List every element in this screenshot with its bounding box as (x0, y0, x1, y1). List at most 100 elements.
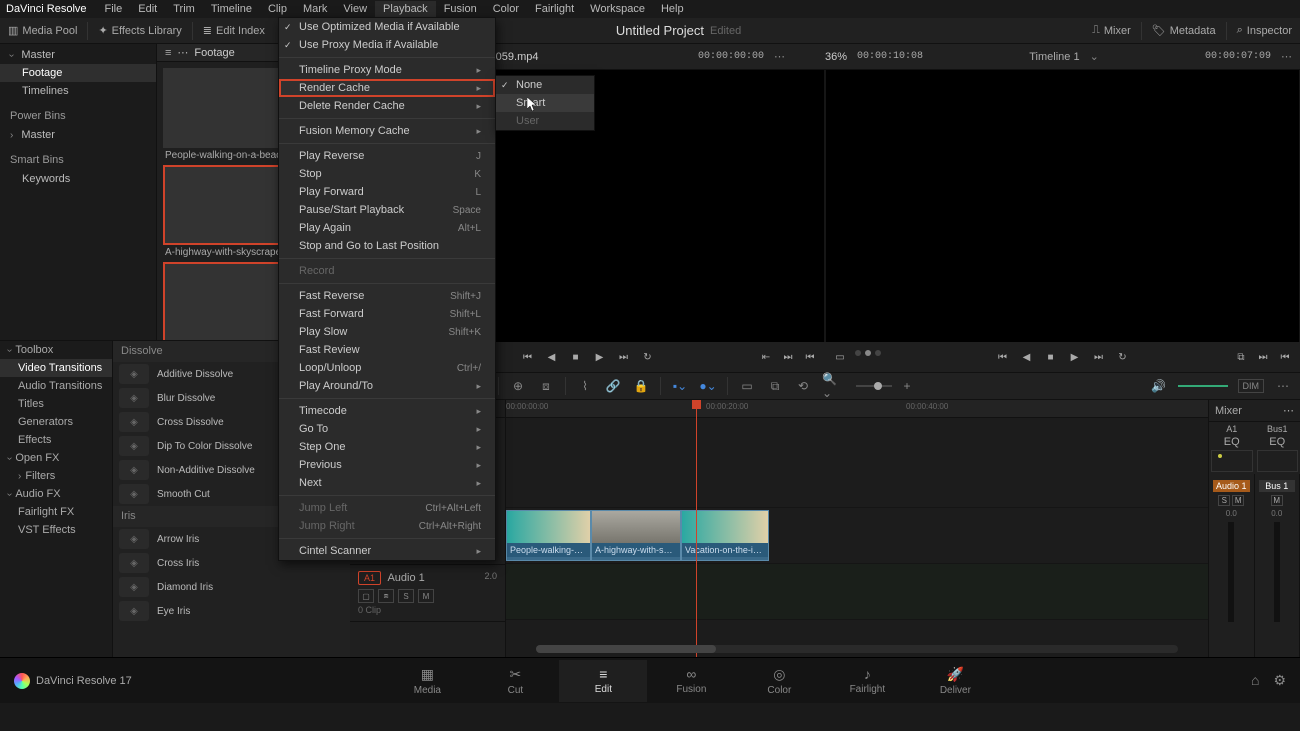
keywords-bin[interactable]: Keywords (0, 170, 156, 188)
solo-button[interactable]: S (1218, 495, 1230, 506)
bus-mute-button[interactable]: M (1271, 495, 1283, 506)
timelines-bin[interactable]: Timelines (0, 82, 156, 100)
timeline-options-icon[interactable]: ⋯ (1281, 50, 1292, 63)
menu-item[interactable]: Next▸ (279, 474, 495, 492)
menu-item[interactable]: Cintel Scanner▸ (279, 542, 495, 560)
powerbin-master[interactable]: Master (0, 126, 156, 144)
av-sync-icon[interactable]: ⟲ (794, 377, 812, 395)
tl-prev2-icon[interactable]: ⏮ (1278, 350, 1292, 364)
effects-library-toggle[interactable]: ✦Effects Library (90, 18, 189, 44)
menu-file[interactable]: File (97, 1, 131, 17)
menu-item[interactable]: Play ForwardL (279, 183, 495, 201)
timeline-clip[interactable]: A-highway-with-skyscr... (591, 510, 681, 561)
page-edit[interactable]: ≡Edit (559, 660, 647, 702)
timeline-name[interactable]: Timeline 1 (1029, 51, 1079, 63)
tl-prev-button[interactable]: ◀ (1020, 350, 1034, 364)
fx-audiofx[interactable]: Audio FX (0, 485, 112, 503)
menu-clip[interactable]: Clip (260, 1, 295, 17)
zoom-search-icon[interactable]: 🔍⌄ (822, 377, 840, 395)
pan-bus[interactable] (1257, 450, 1299, 472)
track-toggle[interactable]: M (418, 589, 434, 603)
inspector-toggle[interactable]: ⌕Inspector (1229, 18, 1300, 44)
link-icon[interactable]: ⌇ (576, 377, 594, 395)
timeline-clip[interactable]: Vacation-on-the-islan... (681, 510, 769, 561)
menu-item[interactable]: Delete Render Cache▸ (279, 97, 495, 115)
mute-button[interactable]: M (1232, 495, 1244, 506)
page-cut[interactable]: ✂Cut (471, 660, 559, 702)
menu-view[interactable]: View (335, 1, 375, 17)
menu-item[interactable]: Timeline Proxy Mode▸ (279, 61, 495, 79)
footage-bin[interactable]: Footage (0, 64, 156, 82)
tl-match-icon[interactable]: ⧉ (1234, 350, 1248, 364)
snap-icon[interactable]: ⧉ (766, 377, 784, 395)
menu-edit[interactable]: Edit (130, 1, 165, 17)
view-list-icon[interactable]: ≡ (165, 47, 171, 59)
menu-item[interactable]: Play SlowShift+K (279, 323, 495, 341)
menu-fusion[interactable]: Fusion (436, 1, 485, 17)
audio-track-header[interactable]: A1 Audio 1 2.0 ▢⧈SM 0 Clip (350, 565, 505, 622)
fx-toolbox[interactable]: Toolbox (0, 341, 112, 359)
video-track[interactable]: People-walking-on-...A-highway-with-skys… (506, 508, 1208, 564)
page-color[interactable]: ◎Color (735, 660, 823, 702)
menu-help[interactable]: Help (653, 1, 692, 17)
chain-icon[interactable]: 🔗 (604, 377, 622, 395)
timeline-zoom[interactable]: 36% (825, 51, 847, 63)
menu-item[interactable]: Step One▸ (279, 438, 495, 456)
fx-vst[interactable]: VST Effects (0, 521, 112, 539)
pan-a1[interactable] (1211, 450, 1253, 472)
page-deliver[interactable]: 🚀Deliver (911, 660, 999, 702)
home-button[interactable]: ⌂ (1251, 672, 1259, 689)
mixer-toggle[interactable]: ⎍Mixer (1084, 18, 1139, 44)
menu-trim[interactable]: Trim (165, 1, 203, 17)
flag-blue-icon[interactable]: ▪⌄ (671, 377, 689, 395)
menu-item[interactable]: Fast Review (279, 341, 495, 359)
menu-workspace[interactable]: Workspace (582, 1, 653, 17)
fader-a1[interactable] (1228, 522, 1234, 622)
fx-item[interactable]: ◈Diamond Iris (113, 575, 350, 599)
dim-button[interactable]: DIM (1238, 379, 1265, 393)
tl-first-button[interactable]: ⏮ (996, 350, 1010, 364)
prev-frame-button[interactable]: ◀ (545, 350, 559, 364)
menu-item[interactable]: Stop and Go to Last Position (279, 237, 495, 255)
audio-track[interactable] (506, 564, 1208, 620)
menu-item[interactable]: ✓Use Proxy Media if Available (279, 36, 495, 54)
fx-titles[interactable]: Titles (0, 395, 112, 413)
timeline-ruler[interactable]: 00:00:00:0000:00:20:0000:00:40:00 (506, 400, 1208, 418)
menu-color[interactable]: Color (485, 1, 527, 17)
pool-options-icon[interactable]: ⋯ (177, 46, 188, 59)
tl-play-button[interactable]: ▶ (1068, 350, 1082, 364)
playhead[interactable] (696, 400, 697, 657)
menu-item[interactable]: Fast ForwardShift+L (279, 305, 495, 323)
menu-mark[interactable]: Mark (295, 1, 335, 17)
page-fairlight[interactable]: ♪Fairlight (823, 660, 911, 702)
menu-item[interactable]: Fusion Memory Cache▸ (279, 122, 495, 140)
menu-fairlight[interactable]: Fairlight (527, 1, 582, 17)
h-scrollbar[interactable] (536, 645, 1178, 653)
menu-item[interactable]: Play AgainAlt+L (279, 219, 495, 237)
next-frame-button[interactable]: ⏭ (617, 350, 631, 364)
zoom-in-icon[interactable]: + (898, 377, 916, 395)
timeline-tracks[interactable]: 00:00:00:0000:00:20:0000:00:40:00 People… (506, 400, 1208, 657)
master-bin[interactable]: Master (0, 46, 156, 64)
menu-item[interactable]: Timecode▸ (279, 402, 495, 420)
play-button[interactable]: ▶ (593, 350, 607, 364)
fx-effects[interactable]: Effects (0, 431, 112, 449)
marker-blue-icon[interactable]: ●⌄ (699, 377, 717, 395)
page-fusion[interactable]: ∞Fusion (647, 660, 735, 702)
page-media[interactable]: ▦Media (383, 660, 471, 702)
menu-item[interactable]: Play ReverseJ (279, 147, 495, 165)
stop-button[interactable]: ■ (569, 350, 583, 364)
submenu-item[interactable]: ✓None (496, 76, 594, 94)
metadata-toggle[interactable]: 🏷Metadata (1144, 18, 1224, 44)
fx-fairlight[interactable]: Fairlight FX (0, 503, 112, 521)
tl-next-button[interactable]: ⏭ (1092, 350, 1106, 364)
mixer-options-icon[interactable]: ⋯ (1283, 404, 1294, 417)
timeline-clip[interactable]: People-walking-on-... (506, 510, 591, 561)
view-opts-icon[interactable]: ▭ (738, 377, 756, 395)
loop-button[interactable]: ↻ (641, 350, 655, 364)
track-toggle[interactable]: ▢ (358, 589, 374, 603)
replace-icon[interactable]: ⏮ (803, 350, 817, 364)
source-options-icon[interactable]: ⋯ (774, 50, 785, 63)
menu-item[interactable]: Loop/UnloopCtrl+/ (279, 359, 495, 377)
menu-item[interactable]: Previous▸ (279, 456, 495, 474)
